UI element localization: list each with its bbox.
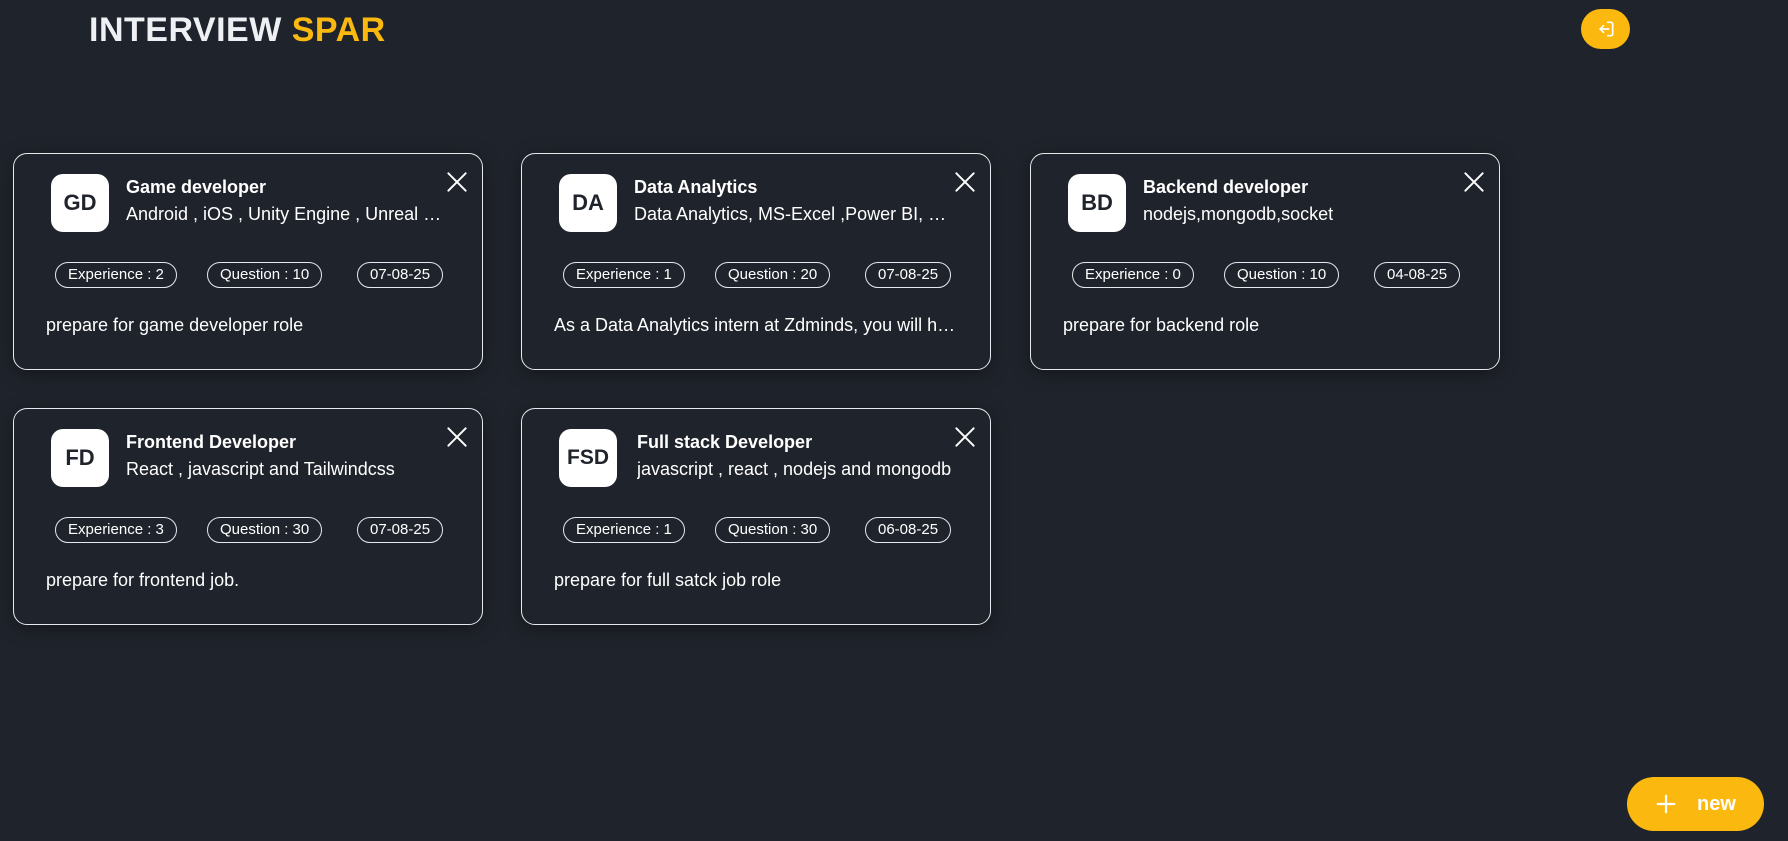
- date-badge: 06-08-25: [865, 517, 952, 543]
- experience-badge: Experience : 3: [55, 517, 177, 543]
- avatar: FD: [51, 429, 109, 487]
- card-title: Backend developer: [1143, 177, 1309, 197]
- card-tags: Experience : 1 Question : 20 07-08-25: [563, 262, 963, 290]
- new-button-label: new: [1697, 792, 1736, 815]
- experience-badge: Experience : 1: [563, 262, 685, 288]
- card-skills: javascript , react , nodejs and mongodb: [637, 459, 952, 479]
- app-logo[interactable]: INTERVIEW SPAR: [89, 10, 386, 50]
- card-skills: Data Analytics, MS-Excel ,Power BI, Pyth…: [634, 204, 954, 224]
- card-description: prepare for full satck job role: [554, 570, 782, 590]
- card-description: prepare for backend role: [1063, 315, 1260, 335]
- delete-button[interactable]: [444, 424, 470, 450]
- close-icon: [447, 427, 467, 447]
- experience-badge: Experience : 0: [1072, 262, 1194, 288]
- card-tags: Experience : 0 Question : 10 04-08-25: [1072, 262, 1472, 290]
- close-icon: [955, 172, 975, 192]
- date-badge: 07-08-25: [357, 262, 444, 288]
- questions-badge: Question : 10: [1224, 262, 1340, 288]
- delete-button[interactable]: [952, 424, 978, 450]
- date-badge: 04-08-25: [1374, 262, 1461, 288]
- card-tags: Experience : 2 Question : 10 07-08-25: [55, 262, 455, 290]
- card-skills: nodejs,mongodb,socket: [1143, 204, 1334, 224]
- card-skills: Android , iOS , Unity Engine , Unreal En…: [126, 204, 446, 224]
- avatar: GD: [51, 174, 109, 232]
- experience-badge: Experience : 1: [563, 517, 685, 543]
- questions-badge: Question : 30: [207, 517, 323, 543]
- card-title: Frontend Developer: [126, 432, 297, 452]
- logout-icon: [1598, 21, 1613, 37]
- card-description: prepare for frontend job.: [46, 570, 240, 590]
- delete-button[interactable]: [444, 169, 470, 195]
- session-card-data-analytics[interactable]: DA Data Analytics Data Analytics, MS-Exc…: [521, 153, 991, 370]
- delete-button[interactable]: [952, 169, 978, 195]
- card-tags: Experience : 3 Question : 30 07-08-25: [55, 517, 455, 545]
- date-badge: 07-08-25: [357, 517, 444, 543]
- card-title: Data Analytics: [634, 177, 758, 197]
- questions-badge: Question : 20: [715, 262, 831, 288]
- card-description: As a Data Analytics intern at Zdminds, y…: [554, 315, 964, 335]
- session-card-backend-developer[interactable]: BD Backend developer nodejs,mongodb,sock…: [1030, 153, 1500, 370]
- logout-button[interactable]: [1581, 9, 1630, 49]
- card-description: prepare for game developer role: [46, 315, 304, 335]
- session-card-full-stack-developer[interactable]: FSD Full stack Developer javascript , re…: [521, 408, 991, 625]
- card-skills: React , javascript and Tailwindcss: [126, 459, 395, 479]
- avatar: FSD: [559, 429, 617, 487]
- questions-badge: Question : 10: [207, 262, 323, 288]
- card-tags: Experience : 1 Question : 30 06-08-25: [563, 517, 963, 545]
- questions-badge: Question : 30: [715, 517, 831, 543]
- experience-badge: Experience : 2: [55, 262, 177, 288]
- card-title: Game developer: [126, 177, 267, 197]
- delete-button[interactable]: [1461, 169, 1487, 195]
- session-card-game-developer[interactable]: GD Game developer Android , iOS , Unity …: [13, 153, 483, 370]
- close-icon: [1464, 172, 1484, 192]
- session-card-frontend-developer[interactable]: FD Frontend Developer React , javascript…: [13, 408, 483, 625]
- logo-text-spar: SPAR: [291, 11, 386, 49]
- plus-icon: [1656, 794, 1676, 814]
- logo-text-interview: INTERVIEW: [89, 11, 282, 49]
- avatar: BD: [1068, 174, 1126, 232]
- close-icon: [955, 427, 975, 447]
- card-title: Full stack Developer: [637, 432, 813, 452]
- avatar: DA: [559, 174, 617, 232]
- add-new-session-button[interactable]: new: [1627, 777, 1764, 831]
- date-badge: 07-08-25: [865, 262, 952, 288]
- close-icon: [447, 172, 467, 192]
- app-header: INTERVIEW SPAR: [0, 0, 1788, 64]
